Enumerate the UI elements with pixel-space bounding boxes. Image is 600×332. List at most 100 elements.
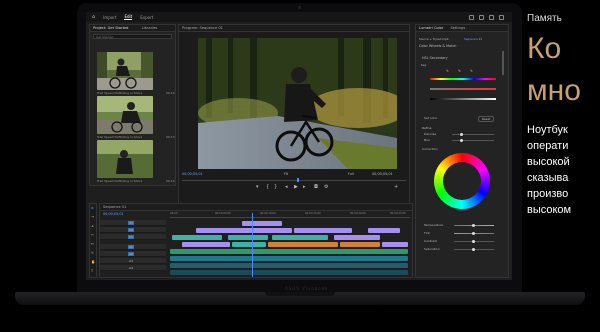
set-color-checkbox[interactable]: Set color	[424, 116, 437, 120]
lumetri-source-dropdown[interactable]: Source + Tryout.mp4	[419, 37, 449, 41]
camera-icon[interactable]: ◘	[314, 184, 318, 190]
fit-dropdown[interactable]: Fit	[284, 172, 288, 176]
eyedropper-remove-icon[interactable]: ✎	[470, 69, 473, 73]
pen-tool-icon[interactable]: ✎	[91, 251, 94, 255]
tint-label: Tint	[424, 231, 430, 235]
tint-slider[interactable]	[454, 232, 494, 235]
hue-range-slider[interactable]	[430, 78, 496, 80]
playhead-marker[interactable]	[297, 178, 299, 182]
video-clip[interactable]	[334, 235, 380, 240]
audio-clip[interactable]	[170, 256, 408, 261]
hero-body-line: операти	[527, 140, 569, 152]
video-clip[interactable]	[172, 235, 222, 240]
lumetri-scroll[interactable]	[502, 51, 504, 75]
project-search-input[interactable]: Get Started	[93, 34, 172, 39]
slip-tool-icon[interactable]: ↔	[91, 242, 94, 246]
refine-section[interactable]: Refine	[422, 126, 431, 130]
saturation-slider[interactable]	[454, 248, 494, 251]
share-icon[interactable]	[469, 14, 474, 20]
audio-clip[interactable]	[170, 249, 408, 254]
hand-tool-icon[interactable]: ✋	[91, 260, 95, 264]
video-clip[interactable]	[294, 228, 352, 233]
tab-lumetri-color[interactable]: Lumetri Color	[419, 26, 443, 30]
tab-settings[interactable]: Settings	[451, 26, 466, 30]
reset-button[interactable]: Reset	[478, 116, 495, 122]
lightness-range-slider[interactable]	[430, 98, 496, 100]
home-icon[interactable]: ⌂	[92, 14, 95, 20]
track-header-a1[interactable]: A1	[100, 244, 166, 250]
tab-project[interactable]: Project: Get Started	[93, 26, 128, 30]
media-thumbnail[interactable]	[97, 52, 153, 90]
video-clip[interactable]	[182, 242, 230, 247]
color-wheel[interactable]	[434, 153, 490, 209]
saturation-range-slider[interactable]	[430, 88, 496, 90]
selection-tool-icon[interactable]: ➤	[91, 206, 94, 210]
track-label: A4	[129, 266, 133, 270]
mark-out-icon[interactable]: }	[274, 184, 277, 190]
time-ruler[interactable]: 00;00 00;00;05;00 00;00;10;00 00;00;15;0…	[170, 212, 410, 218]
razor-tool-icon[interactable]: ✂	[91, 233, 94, 237]
mark-in-icon[interactable]: {	[266, 184, 269, 190]
settings-icon[interactable]: ⚙	[324, 184, 328, 190]
video-clip[interactable]	[196, 228, 292, 233]
video-clip[interactable]	[382, 242, 408, 247]
tab-export[interactable]: Export	[140, 15, 153, 20]
close-icon[interactable]	[499, 14, 504, 20]
media-thumbnail[interactable]	[97, 96, 153, 134]
lumetri-effect[interactable]: Color Wheels & Match	[419, 44, 456, 48]
type-tool-icon[interactable]: T	[91, 269, 93, 273]
audio-clip[interactable]	[170, 270, 408, 275]
audio-clip[interactable]	[170, 263, 408, 268]
settings-icon[interactable]	[479, 14, 484, 20]
add-icon[interactable]: +	[394, 184, 398, 190]
eyedropper-add-icon[interactable]: ✎	[458, 69, 461, 73]
hero-title-line2: мно	[527, 74, 581, 107]
video-clip[interactable]	[242, 221, 282, 226]
track-header-v3[interactable]: V3	[100, 220, 166, 226]
program-monitor-header: Program: Sequence 01	[179, 25, 409, 32]
track-header-a3[interactable]: A3	[100, 258, 166, 264]
minimize-icon[interactable]	[489, 14, 494, 20]
temperature-slider[interactable]	[454, 224, 494, 227]
project-panel-header: Project: Get Started Libraries	[90, 25, 175, 32]
track-label: A1	[128, 245, 134, 249]
ripple-edit-icon[interactable]: ⟛	[91, 224, 94, 228]
media-duration: 00:13	[166, 135, 175, 139]
video-clip[interactable]	[228, 235, 268, 240]
eyedropper-icon[interactable]: ✎	[446, 69, 449, 73]
add-marker-icon[interactable]: ▾	[256, 184, 259, 190]
saturation-label: Saturation	[424, 247, 440, 251]
correction-section[interactable]: Correction	[422, 147, 438, 151]
tab-libraries[interactable]: Libraries	[142, 26, 158, 30]
video-clip[interactable]	[272, 235, 328, 240]
resolution-dropdown[interactable]: Full	[348, 172, 354, 176]
program-timecode: 00;00;05;01	[182, 172, 203, 176]
hero-title-line1: Ко	[527, 32, 562, 65]
denoise-slider[interactable]	[452, 133, 494, 136]
video-clip[interactable]	[340, 242, 380, 247]
playback-scrubber[interactable]	[182, 180, 406, 181]
track-header-v1[interactable]: V1	[100, 234, 166, 240]
tab-import[interactable]: Import	[103, 15, 116, 20]
track-header-v2[interactable]: V2	[100, 227, 166, 233]
program-duration: 00;00;05;01	[372, 172, 393, 176]
sequence-tab[interactable]: Sequence 01	[103, 205, 126, 209]
media-thumbnail[interactable]	[97, 140, 153, 178]
step-back-icon[interactable]: ◂	[285, 184, 288, 190]
blur-slider[interactable]	[452, 139, 494, 142]
video-clip[interactable]	[268, 242, 338, 247]
hsl-secondary-section[interactable]: HSL Secondary	[422, 56, 448, 60]
step-forward-icon[interactable]: ▸	[303, 184, 306, 190]
track-select-icon[interactable]: ⇥	[91, 215, 94, 219]
track-header-a4[interactable]: A4	[100, 265, 166, 271]
tab-edit[interactable]: Edit	[124, 14, 133, 20]
video-clip[interactable]	[232, 242, 266, 247]
media-duration: 00:10	[166, 91, 175, 95]
timeline-playhead[interactable]	[252, 213, 253, 277]
contrast-slider[interactable]	[454, 240, 494, 243]
play-icon[interactable]: ▶	[294, 184, 298, 190]
track-header-a2[interactable]: A2	[100, 251, 166, 257]
video-clip[interactable]	[368, 228, 400, 233]
timeline-timecode: 00;00;05;01	[103, 212, 124, 216]
lumetri-sequence-dropdown[interactable]: Sequence 01	[464, 37, 482, 41]
